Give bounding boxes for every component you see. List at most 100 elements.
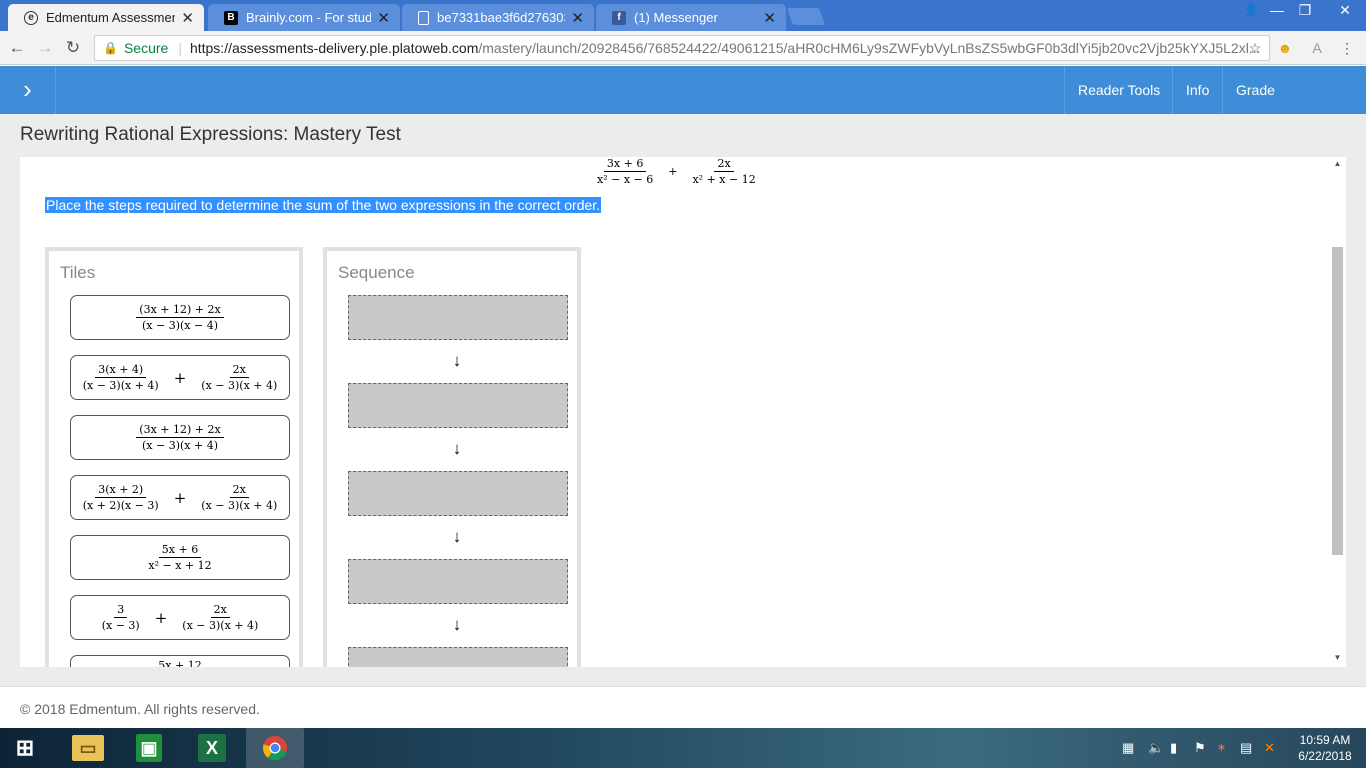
reload-icon[interactable]: ↻ [62, 37, 84, 59]
app-tray-icon[interactable]: ▤ [1240, 740, 1252, 756]
taskbar-clock[interactable]: 10:59 AM 6/22/2018 [1290, 732, 1360, 764]
tile-fraction: 3 (x − 3) [99, 603, 143, 632]
scrollbar-thumb[interactable] [1332, 247, 1343, 555]
bookmark-star-icon[interactable]: ☆ [1246, 39, 1264, 57]
fraction-denominator: (x − 3)(x + 4) [182, 619, 259, 632]
down-arrow-icon: ↓ [452, 351, 462, 370]
tile-fraction: 2x (x − 3)(x + 4) [198, 483, 280, 512]
tile-fraction: (3x + 12) + 2x (x − 3)(x + 4) [136, 423, 224, 452]
browser-tab-strip: e Edmentum Assessments ✕ B Brainly.com -… [0, 0, 1366, 31]
fraction-numerator: 3(x + 4) [95, 363, 147, 378]
sequence-container: Sequence ↓ ↓ ↓ ↓ [323, 247, 581, 667]
scroll-up-icon[interactable]: ▲ [1329, 159, 1346, 168]
tab-close-icon[interactable]: ✕ [377, 9, 390, 27]
pdf-extension-icon[interactable]: A [1308, 39, 1326, 57]
reader-tools-link[interactable]: Reader Tools [1064, 66, 1173, 114]
tab-document[interactable]: be7331bae3f6d276303386 ✕ [402, 4, 594, 31]
tab-title: Brainly.com - For students [246, 10, 372, 25]
forward-arrow-icon[interactable]: → [34, 37, 56, 59]
expression-fraction: 3x + 6 x² − x − 6 [594, 157, 656, 186]
url-path: /mastery/launch/20928456/768524422/49061… [478, 40, 1261, 56]
tile-5[interactable]: 5x + 6 x² − x + 12 [70, 535, 290, 580]
document-icon [418, 10, 429, 25]
tile-7[interactable]: 5x + 12 [70, 655, 290, 667]
windows-taskbar: ⊞ ▭ ▣ X ▦ 🔈 ▮ ⚑ ✶ ▤ ✕ 10:59 AM 6/22/2018 [0, 728, 1366, 768]
sequence-slot-5[interactable] [348, 647, 568, 667]
fraction-numerator: 2x [229, 483, 249, 498]
tile-fraction: 5x + 6 x² − x + 12 [145, 543, 214, 572]
tile-fraction: 3(x + 4) (x − 3)(x + 4) [80, 363, 162, 392]
tile-2[interactable]: 3(x + 4) (x − 3)(x + 4) + 2x (x − 3)(x + 4… [70, 355, 290, 400]
plus-sign: + [173, 488, 187, 507]
facebook-favicon-icon: f [612, 10, 626, 25]
tab-close-icon[interactable]: ✕ [763, 9, 776, 27]
close-window-button[interactable]: ✕ [1330, 0, 1360, 22]
fraction-denominator: (x + 2)(x − 3) [82, 499, 159, 512]
antivirus-tray-icon[interactable]: ✶ [1216, 740, 1227, 756]
chevron-right-icon[interactable]: › [0, 66, 56, 114]
tile-fraction: 3(x + 2) (x + 2)(x − 3) [80, 483, 162, 512]
flag-tray-icon[interactable]: ⚑ [1194, 740, 1206, 756]
tile-3[interactable]: (3x + 12) + 2x (x − 3)(x + 4) [70, 415, 290, 460]
down-arrow-icon: ↓ [452, 527, 462, 546]
tile-fraction: 2x (x − 3)(x + 4) [198, 363, 280, 392]
info-link[interactable]: Info [1172, 66, 1222, 114]
sequence-slot-1[interactable] [348, 295, 568, 340]
fraction-numerator: 5x + 12 [155, 659, 204, 667]
fraction-denominator: x² − x + 12 [148, 559, 212, 572]
emoji-extension-icon[interactable]: ☻ [1276, 39, 1294, 57]
store-icon[interactable]: ▣ [136, 734, 162, 762]
minimize-button[interactable]: — [1262, 0, 1292, 22]
fraction-numerator: 2x [229, 363, 249, 378]
panel-scrollbar[interactable]: ▲ ▼ [1329, 157, 1346, 667]
scroll-down-icon[interactable]: ▼ [1329, 653, 1346, 662]
page-title: Rewriting Rational Expressions: Mastery … [20, 124, 401, 145]
question-panel: 3x + 6 x² − x − 6 + 2x x² + x − 12 Place… [20, 157, 1346, 667]
back-arrow-icon[interactable]: ← [6, 37, 28, 59]
fraction-numerator: 3x + 6 [603, 157, 647, 172]
tab-edmentum[interactable]: e Edmentum Assessments ✕ [8, 4, 204, 31]
fraction-denominator: (x − 3) [101, 619, 140, 632]
fraction-denominator: (x − 3)(x + 4) [201, 499, 278, 512]
file-explorer-icon[interactable]: ▭ [72, 735, 104, 761]
fraction-numerator: 2x [210, 603, 230, 618]
fraction-numerator: 5x + 6 [158, 543, 202, 558]
chrome-taskbar-icon[interactable] [246, 728, 304, 768]
wifi-tray-icon[interactable]: ▮ [1170, 740, 1177, 756]
tab-close-icon[interactable]: ✕ [181, 9, 194, 27]
excel-icon[interactable]: X [198, 734, 226, 762]
sequence-heading: Sequence [338, 263, 415, 282]
tile-4[interactable]: 3(x + 2) (x + 2)(x − 3) + 2x (x − 3)(x + 4… [70, 475, 290, 520]
plus-sign: + [173, 368, 187, 387]
tile-fraction: 2x (x − 3)(x + 4) [179, 603, 261, 632]
down-arrow-icon: ↓ [452, 439, 462, 458]
tab-brainly[interactable]: B Brainly.com - For students ✕ [208, 4, 400, 31]
fraction-denominator: (x − 3)(x + 4) [201, 379, 278, 392]
address-bar[interactable]: 🔒 Secure | https://assessments-delivery.… [94, 35, 1270, 61]
sequence-slot-4[interactable] [348, 559, 568, 604]
fraction-denominator: x² + x − 12 [692, 173, 756, 186]
tab-close-icon[interactable]: ✕ [571, 9, 584, 27]
new-tab-button[interactable] [786, 8, 826, 25]
address-separator: | [178, 40, 182, 56]
windows-start-icon[interactable]: ⊞ [8, 732, 42, 764]
sequence-slot-3[interactable] [348, 471, 568, 516]
copyright-text: © 2018 Edmentum. All rights reserved. [20, 701, 260, 717]
clock-time: 10:59 AM [1299, 733, 1351, 747]
plus-sign: + [154, 608, 168, 627]
tool-tray-icon[interactable]: ✕ [1264, 740, 1275, 756]
volume-tray-icon[interactable]: 🔈 [1148, 740, 1164, 756]
tile-6[interactable]: 3 (x − 3) + 2x (x − 3)(x + 4) [70, 595, 290, 640]
tile-1[interactable]: (3x + 12) + 2x (x − 3)(x − 4) [70, 295, 290, 340]
tab-title: be7331bae3f6d276303386 [437, 10, 565, 25]
edmentum-favicon-icon: e [24, 10, 38, 25]
chrome-menu-icon[interactable]: ⋮ [1338, 39, 1356, 57]
tab-title: Edmentum Assessments [46, 10, 176, 25]
network-tray-icon[interactable]: ▦ [1122, 740, 1134, 756]
restore-button[interactable]: ❐ [1290, 0, 1320, 22]
tile-fraction: 5x + 12 [155, 659, 204, 667]
grade-assessment-link[interactable]: Grade Assessment [1222, 66, 1366, 146]
app-header: › Reader Tools Info Grade Assessment [0, 66, 1366, 146]
tab-messenger[interactable]: f (1) Messenger ✕ [596, 4, 786, 31]
sequence-slot-2[interactable] [348, 383, 568, 428]
